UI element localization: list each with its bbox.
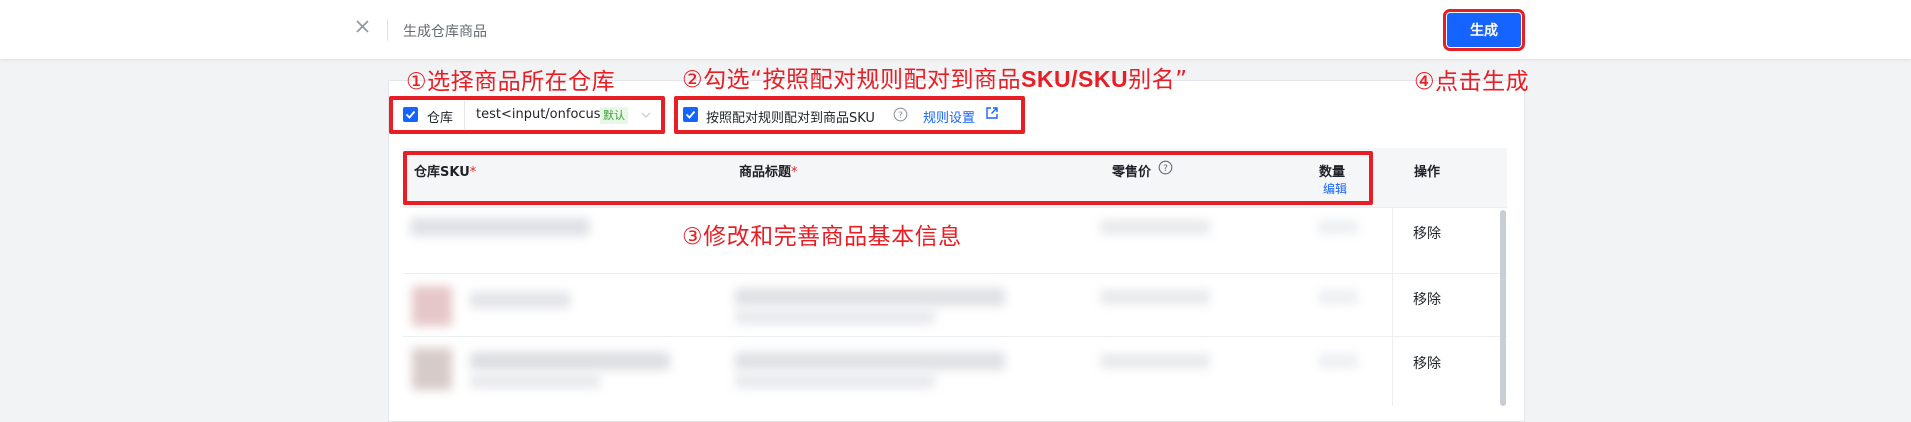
blurred-sku: [470, 374, 600, 388]
row-divider: [403, 207, 1507, 208]
blurred-qty: [1318, 354, 1358, 368]
annotation-step1: ①选择商品所在仓库: [406, 69, 616, 95]
top-bar: 生成仓库商品 生成: [0, 0, 1911, 59]
row-divider: [403, 273, 1507, 274]
column-retail-price: 零售价: [1112, 165, 1152, 180]
page-title: 生成仓库商品: [403, 24, 487, 40]
default-badge: 默认: [600, 107, 628, 124]
row-divider: [403, 336, 1507, 337]
blurred-sku: [410, 218, 590, 236]
svg-text:?: ?: [898, 111, 903, 121]
remove-link[interactable]: 移除: [1413, 289, 1441, 309]
remove-link[interactable]: 移除: [1413, 223, 1441, 243]
svg-text:?: ?: [1163, 164, 1168, 174]
blurred-sku: [470, 292, 570, 308]
blurred-price: [1100, 220, 1210, 234]
pairing-rule-label: 按照配对规则配对到商品SKU: [706, 111, 875, 126]
quantity-edit-link[interactable]: 编辑: [1323, 180, 1347, 197]
annotation-step4: ④点击生成: [1414, 69, 1530, 95]
blurred-qty: [1318, 290, 1358, 304]
blurred-qty: [1318, 220, 1358, 234]
column-quantity: 数量: [1319, 165, 1346, 180]
column-action: 操作: [1414, 165, 1441, 180]
blurred-title: [735, 352, 1005, 370]
action-column: [1392, 207, 1508, 406]
blurred-image: [412, 286, 452, 326]
check-icon: [405, 110, 416, 119]
warehouse-select-value: test<input/onfocus=: [476, 107, 612, 122]
blurred-title: [735, 288, 1005, 306]
generate-button[interactable]: 生成: [1443, 9, 1525, 51]
blurred-price: [1100, 290, 1210, 304]
blurred-title: [735, 374, 935, 388]
scrollbar[interactable]: [1500, 210, 1506, 406]
pairing-rule-checkbox[interactable]: [683, 107, 698, 122]
column-product-title: 商品标题*: [739, 165, 798, 180]
blurred-price: [1100, 354, 1210, 368]
warehouse-select[interactable]: test<input/onfocus= 默认: [464, 101, 660, 129]
warehouse-label: 仓库: [427, 111, 454, 126]
chevron-down-icon: [641, 112, 651, 118]
column-warehouse-sku: 仓库SKU*: [414, 165, 477, 180]
rule-settings-link[interactable]: 规则设置: [923, 107, 975, 126]
help-icon[interactable]: ?: [1158, 160, 1173, 175]
blurred-sku: [470, 352, 670, 370]
blurred-title: [735, 310, 935, 324]
remove-link[interactable]: 移除: [1413, 353, 1441, 373]
help-icon[interactable]: ?: [893, 107, 908, 122]
annotation-step3: ③修改和完善商品基本信息: [682, 224, 962, 250]
external-link-icon[interactable]: [985, 106, 999, 120]
check-icon: [685, 110, 696, 119]
main-panel: [388, 80, 1525, 422]
warehouse-checkbox[interactable]: [403, 107, 418, 122]
divider: [387, 19, 388, 41]
close-icon[interactable]: [352, 16, 374, 38]
annotation-step2: ②勾选“按照配对规则配对到商品SKU/SKU别名”: [682, 66, 1188, 93]
blurred-image: [412, 348, 452, 390]
